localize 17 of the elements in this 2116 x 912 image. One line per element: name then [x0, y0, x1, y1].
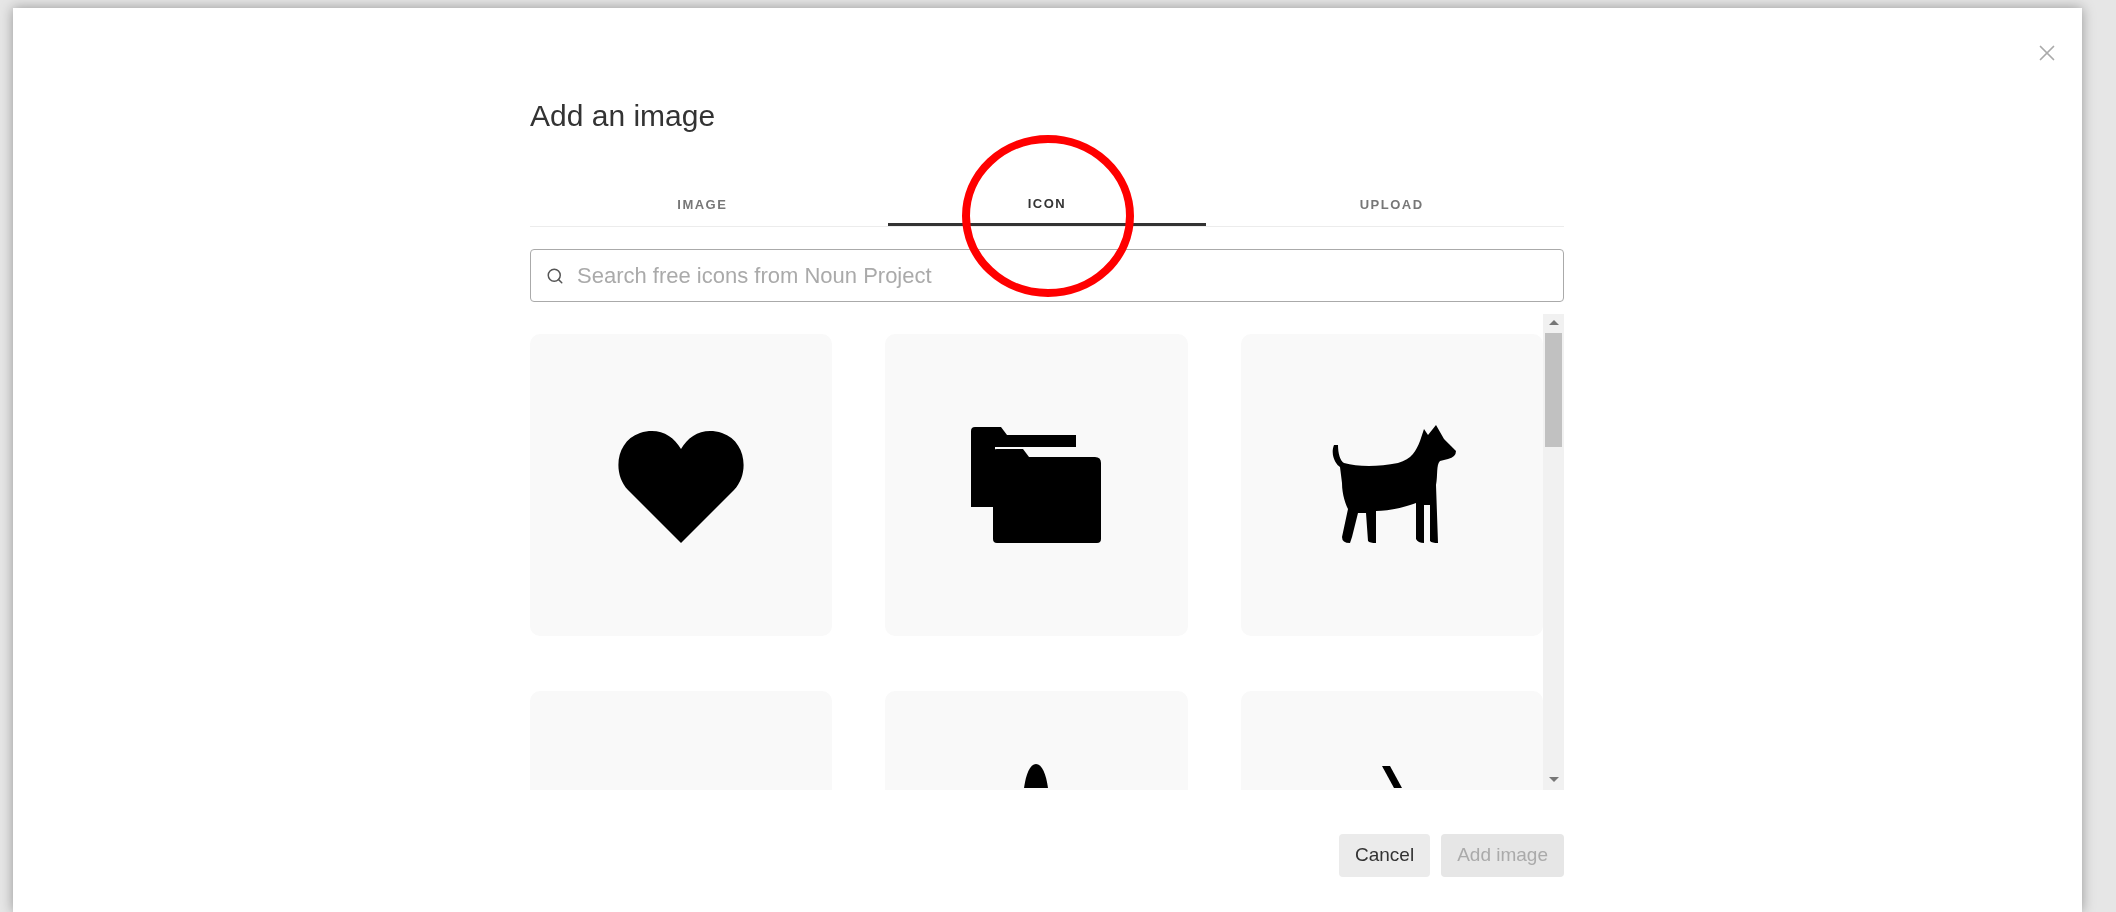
icon-result-card[interactable] — [1240, 334, 1543, 636]
shape-icon — [1024, 764, 1049, 788]
cancel-button[interactable]: Cancel — [1339, 834, 1431, 877]
shape-icon — [1381, 766, 1402, 788]
tab[interactable]: IMAGE — [543, 184, 862, 226]
scroll-up-icon — [1548, 320, 1559, 325]
search-icon — [546, 267, 564, 285]
dialog-title: Add an image — [530, 98, 717, 134]
tab[interactable]: UPLOAD — [1232, 184, 1551, 226]
search-field[interactable]: Search free icons from Noun Project — [530, 249, 1564, 302]
scroll-thumb[interactable] — [1545, 333, 1562, 447]
folders-icon — [971, 427, 1102, 543]
icon-result-card[interactable] — [530, 334, 833, 636]
scrollbar[interactable] — [1543, 314, 1564, 790]
tab[interactable]: ICON — [887, 184, 1207, 226]
icon-result-card[interactable] — [885, 334, 1188, 636]
scroll-down-icon — [1548, 777, 1559, 782]
